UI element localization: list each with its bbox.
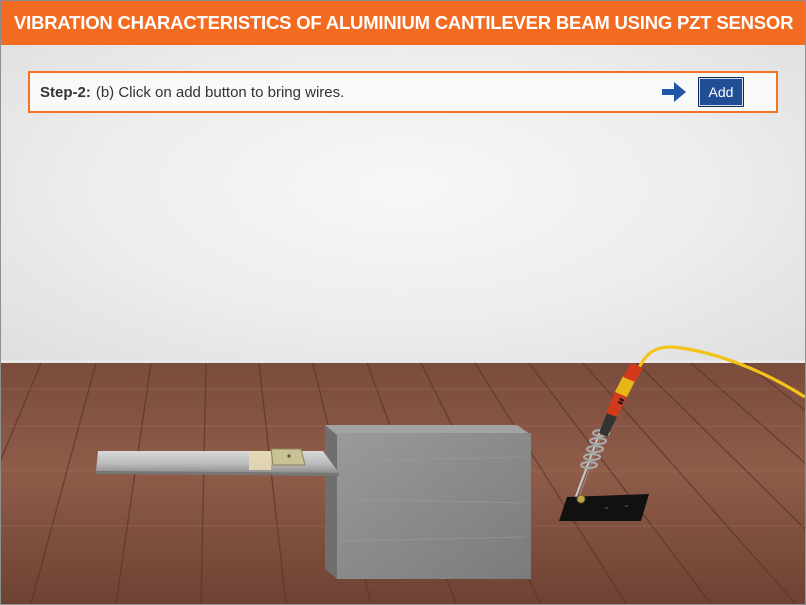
step-number: Step-2: [40,83,91,101]
instruction-panel: Step-2: (b) Click on add button to bring… [28,71,778,113]
concrete-block [325,425,531,579]
arrow-right-icon [660,79,688,105]
step-instruction: (b) Click on add button to bring wires. [95,83,345,101]
simulation-frame: VIBRATION CHARACTERISTICS OF ALUMINIUM C… [0,0,806,605]
iron-stand-pad [559,494,649,521]
pzt-sensor [270,448,306,466]
add-button[interactable]: Add [698,77,744,107]
